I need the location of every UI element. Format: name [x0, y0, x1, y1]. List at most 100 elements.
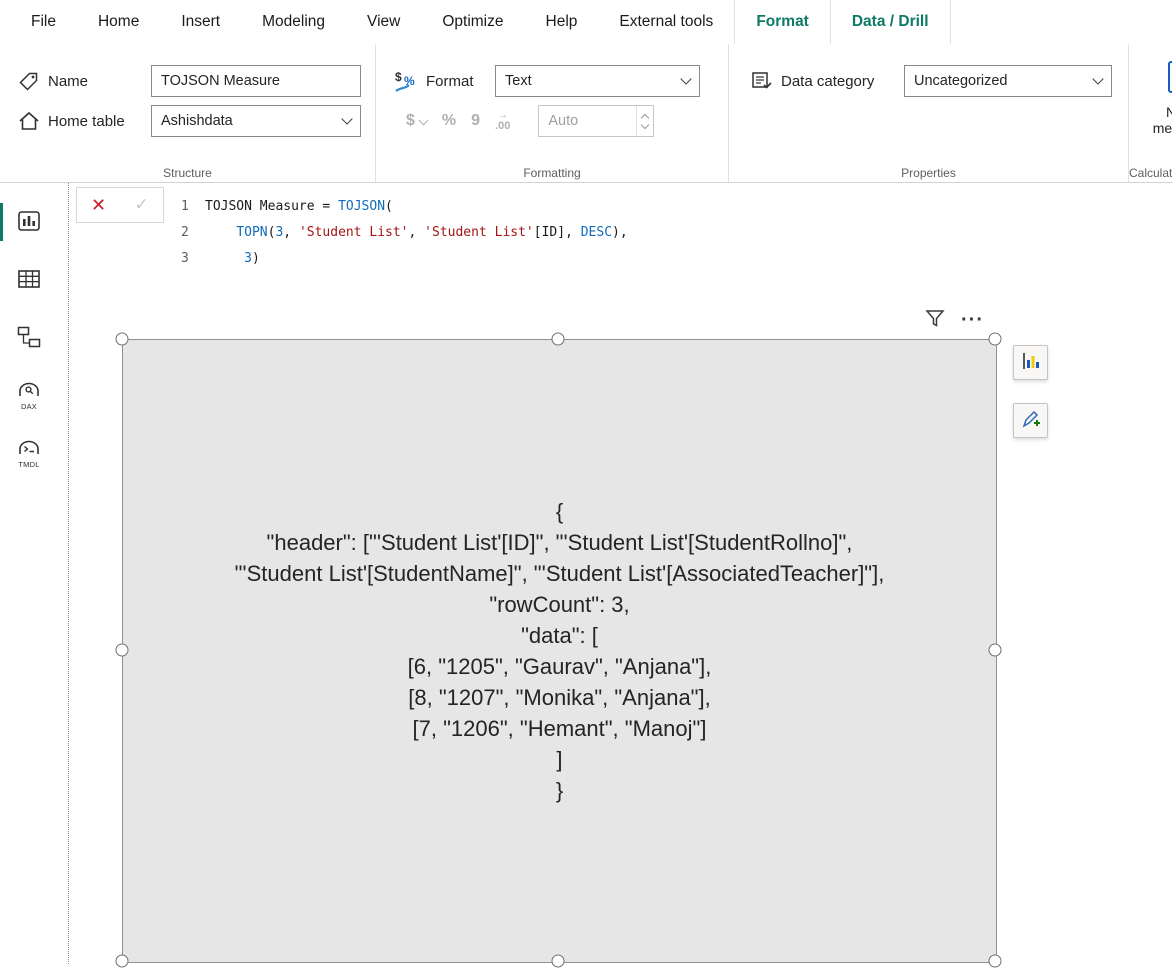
- name-label: Name: [48, 73, 88, 90]
- home-icon: [16, 111, 42, 131]
- report-canvas[interactable]: ··· {"header": ["'Student List'[ID]", "'…: [69, 273, 1172, 964]
- tab-file[interactable]: File: [10, 0, 77, 44]
- analyze-visual-button[interactable]: [1013, 345, 1048, 380]
- currency-format-icon: $: [406, 112, 427, 130]
- pen-plus-icon: [1021, 409, 1041, 432]
- format-value: Text: [505, 73, 532, 89]
- chevron-down-icon: [418, 115, 428, 125]
- chevron-down-icon: [680, 73, 691, 84]
- new-measure-icon: [1165, 60, 1172, 104]
- formula-code: TOPN(3, 'Student List', 'Student List'[I…: [205, 220, 628, 246]
- measure-name-input[interactable]: TOJSON Measure: [151, 65, 361, 97]
- sidebar-dax-query-view[interactable]: DAX: [0, 367, 58, 425]
- section-label-structure: Structure: [0, 166, 375, 180]
- card-json-line: [8, "1207", "Monika", "Anjana"],: [235, 682, 885, 713]
- spinner-control: [636, 106, 653, 136]
- mini-chart-icon: [1021, 351, 1041, 374]
- card-json-line: {: [235, 496, 885, 527]
- sidebar-tmdl-view[interactable]: TMDL: [0, 425, 58, 483]
- dax-query-view-icon: [18, 382, 40, 400]
- decimal-places-icon: →.00: [495, 111, 510, 131]
- ribbon: Name TOJSON Measure Home table Ashishdat…: [0, 44, 1172, 183]
- measure-name-value: TOJSON Measure: [161, 73, 280, 89]
- tab-home[interactable]: Home: [77, 0, 160, 44]
- cancel-formula-button[interactable]: ✕: [77, 188, 120, 222]
- sidebar-model-view[interactable]: [0, 309, 58, 367]
- table-view-icon: [18, 269, 40, 292]
- thousands-separator-icon: 9: [471, 112, 480, 130]
- section-label-calculations: Calculations: [1129, 166, 1172, 180]
- selection-handle[interactable]: [989, 333, 1002, 346]
- card-json-line: [7, "1206", "Hemant", "Manoj"]: [235, 713, 885, 744]
- model-view-icon: [17, 326, 41, 351]
- card-json-line: "'Student List'[StudentName]", "'Student…: [235, 558, 885, 589]
- data-category-dropdown[interactable]: Uncategorized: [904, 65, 1112, 97]
- selection-handle[interactable]: [989, 644, 1002, 657]
- percent-format-icon: %: [442, 112, 456, 130]
- svg-text:$: $: [395, 70, 402, 84]
- sidebar-table-view[interactable]: [0, 251, 58, 309]
- commit-formula-button[interactable]: ✓: [120, 188, 163, 222]
- card-json-line: }: [235, 775, 885, 806]
- tab-data-drill[interactable]: Data / Drill: [831, 0, 951, 44]
- line-number: 2: [181, 220, 205, 246]
- decimal-places-value: Auto: [548, 113, 578, 129]
- ribbon-group-properties: Data category Uncategorized Properties: [729, 44, 1129, 182]
- line-number: 3: [181, 246, 205, 272]
- tmdl-view-label: TMDL: [18, 460, 39, 469]
- decimal-places-input: Auto: [538, 105, 654, 137]
- selection-handle[interactable]: [116, 955, 129, 968]
- data-category-icon: [749, 71, 775, 91]
- report-view-icon: [18, 211, 40, 234]
- tab-external-tools[interactable]: External tools: [598, 0, 734, 44]
- section-label-formatting: Formatting: [376, 166, 728, 180]
- ribbon-group-calculations: New measure Quick measure Calculations: [1129, 44, 1172, 182]
- format-visual-button[interactable]: [1013, 403, 1048, 438]
- home-table-value: Ashishdata: [161, 113, 233, 129]
- data-category-label: Data category: [781, 73, 874, 90]
- selection-handle[interactable]: [116, 333, 129, 346]
- tab-optimize[interactable]: Optimize: [421, 0, 524, 44]
- new-measure-label: New measure: [1150, 104, 1172, 136]
- formula-line[interactable]: 3 3): [181, 246, 1172, 272]
- home-table-label: Home table: [48, 113, 125, 130]
- tmdl-view-icon: [18, 440, 40, 458]
- chevron-down-icon: [341, 113, 352, 124]
- tab-format[interactable]: Format: [734, 0, 831, 44]
- menu-tab-bar: FileHomeInsertModelingViewOptimizeHelpEx…: [0, 0, 1172, 44]
- name-tag-icon: [16, 71, 42, 91]
- filter-icon[interactable]: [925, 309, 945, 331]
- card-visual[interactable]: {"header": ["'Student List'[ID]", "'Stud…: [122, 339, 997, 963]
- formula-code: 3): [205, 246, 260, 272]
- card-json-line: "header": ["'Student List'[ID]", "'Stude…: [235, 527, 885, 558]
- home-table-dropdown[interactable]: Ashishdata: [151, 105, 361, 137]
- view-sidebar: DAX TMDL: [0, 183, 69, 964]
- formula-line[interactable]: 1TOJSON Measure = TOJSON(: [181, 194, 1172, 220]
- formula-code-area[interactable]: 1TOJSON Measure = TOJSON(2 TOPN(3, 'Stud…: [69, 183, 1172, 272]
- selection-handle[interactable]: [989, 955, 1002, 968]
- format-label: Format: [426, 73, 474, 90]
- visual-header-toolbar: ···: [925, 309, 984, 331]
- tab-view[interactable]: View: [346, 0, 421, 44]
- selection-handle[interactable]: [552, 955, 565, 968]
- new-measure-button[interactable]: New measure: [1139, 60, 1172, 162]
- selection-handle[interactable]: [116, 644, 129, 657]
- formula-line[interactable]: 2 TOPN(3, 'Student List', 'Student List'…: [181, 220, 1172, 246]
- formula-code: TOJSON Measure = TOJSON(: [205, 194, 393, 220]
- card-json-line: "data": [: [235, 620, 885, 651]
- format-dropdown[interactable]: Text: [495, 65, 700, 97]
- powerbi-window: FileHomeInsertModelingViewOptimizeHelpEx…: [0, 0, 1172, 963]
- card-json-line: ]: [235, 744, 885, 775]
- format-painter-icon: $%: [394, 69, 420, 93]
- sidebar-report-view[interactable]: [0, 193, 58, 251]
- more-options-icon[interactable]: ···: [961, 314, 984, 326]
- selection-handle[interactable]: [552, 333, 565, 346]
- card-json-line: "rowCount": 3,: [235, 589, 885, 620]
- chevron-down-icon: [1092, 73, 1103, 84]
- tab-insert[interactable]: Insert: [160, 0, 241, 44]
- tab-help[interactable]: Help: [525, 0, 599, 44]
- section-label-properties: Properties: [729, 166, 1128, 180]
- formula-commit-controls: ✕ ✓: [76, 187, 164, 223]
- tab-modeling[interactable]: Modeling: [241, 0, 346, 44]
- dax-query-view-label: DAX: [21, 402, 37, 411]
